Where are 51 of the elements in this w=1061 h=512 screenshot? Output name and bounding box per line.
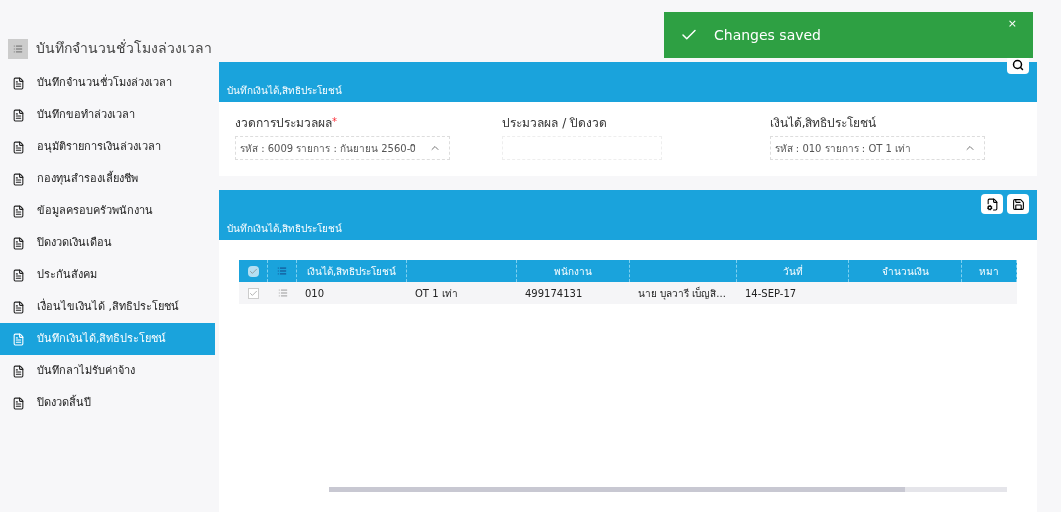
field-label: งวดการประมวลผล [235,115,332,132]
sidebar-item[interactable]: ประกันสังคม [0,259,215,291]
table-cell: นาย บุลวารี เบ็ญสิ... [638,285,726,301]
table-cell-text: 010 [305,286,325,301]
file-icon [12,236,25,250]
sidebar-item[interactable]: เงื่อนไขเงินได้ ,สิทธิประโยชน์ [0,291,215,323]
sidebar-item[interactable]: ปิดงวดเงินเดือน [0,227,215,259]
table-cell-text: 14-SEP-17 [745,286,797,301]
table-cell-text: OT 1 เท่า [415,286,458,301]
file-icon [12,76,25,90]
toast-message: Changes saved [714,25,822,45]
save-icon [1011,197,1025,211]
column-header: พนักงาน [554,264,592,279]
sidebar-item[interactable]: บันทึกขอทำล่วงเวลา [0,99,215,131]
column-header: วันที่ [782,263,803,279]
sidebar-item[interactable]: กองทุนสำรองเลี้ยงชีพ [0,163,215,195]
panel-title: บันทึกเงินได้,สิทธิประโยชน์ [227,222,344,236]
sidebar-item[interactable]: ปิดงวดสิ้นปี [0,387,215,419]
file-icon [12,172,25,186]
sidebar-item[interactable]: บันทึกลาไม่รับค่าจ้าง [0,355,215,387]
file-icon [12,268,25,282]
list-icon [277,266,287,276]
file-icon [12,364,25,378]
horizontal-scrollbar[interactable] [329,487,1007,492]
sidebar-title: บันทึกจำนวนชั่วโมงล่วงเวลา [36,38,212,58]
sidebar-item[interactable]: บันทึกจำนวนชั่วโมงล่วงเวลา [0,67,215,99]
select-field[interactable]: รหัส : 010 รายการ : OT 1 เท่า [769,136,985,160]
column-header: เงินได้,สิทธิประโยชน์ [306,264,397,279]
column-header: จำนวนเงิน [881,264,929,279]
file-icon [12,300,25,314]
table-cell-text: 499174131 [525,286,583,301]
file-icon [12,108,25,122]
select-field[interactable]: รหัส : 6009 รายการ : กันยายน 2560-0ิ [235,136,450,160]
settings-file-button[interactable] [981,194,1003,214]
menu-icon[interactable] [8,38,28,59]
field-label: เงินได้,สิทธิประโยชน์ [769,115,877,132]
field-label: ประมวลผล / ปิดงวด [502,115,607,132]
sidebar-item[interactable]: อนุมัติรายการเงินล่วงเวลา [0,131,215,163]
row-checkbox[interactable] [248,287,259,299]
panel-title: บันทึกเงินได้,สิทธิประโยชน์ [227,84,343,98]
file-icon [12,332,25,346]
required-mark: * [332,115,337,129]
select-all-checkbox[interactable] [247,265,259,277]
file-icon [12,140,25,154]
file-gear-icon [985,197,999,211]
sidebar-item[interactable]: ข้อมูลครอบครัวพนักงาน [0,195,215,227]
save-button[interactable] [1007,194,1029,214]
column-header: หมา [979,264,999,279]
file-icon [12,204,25,218]
list-icon [277,288,288,298]
file-icon [12,396,25,410]
